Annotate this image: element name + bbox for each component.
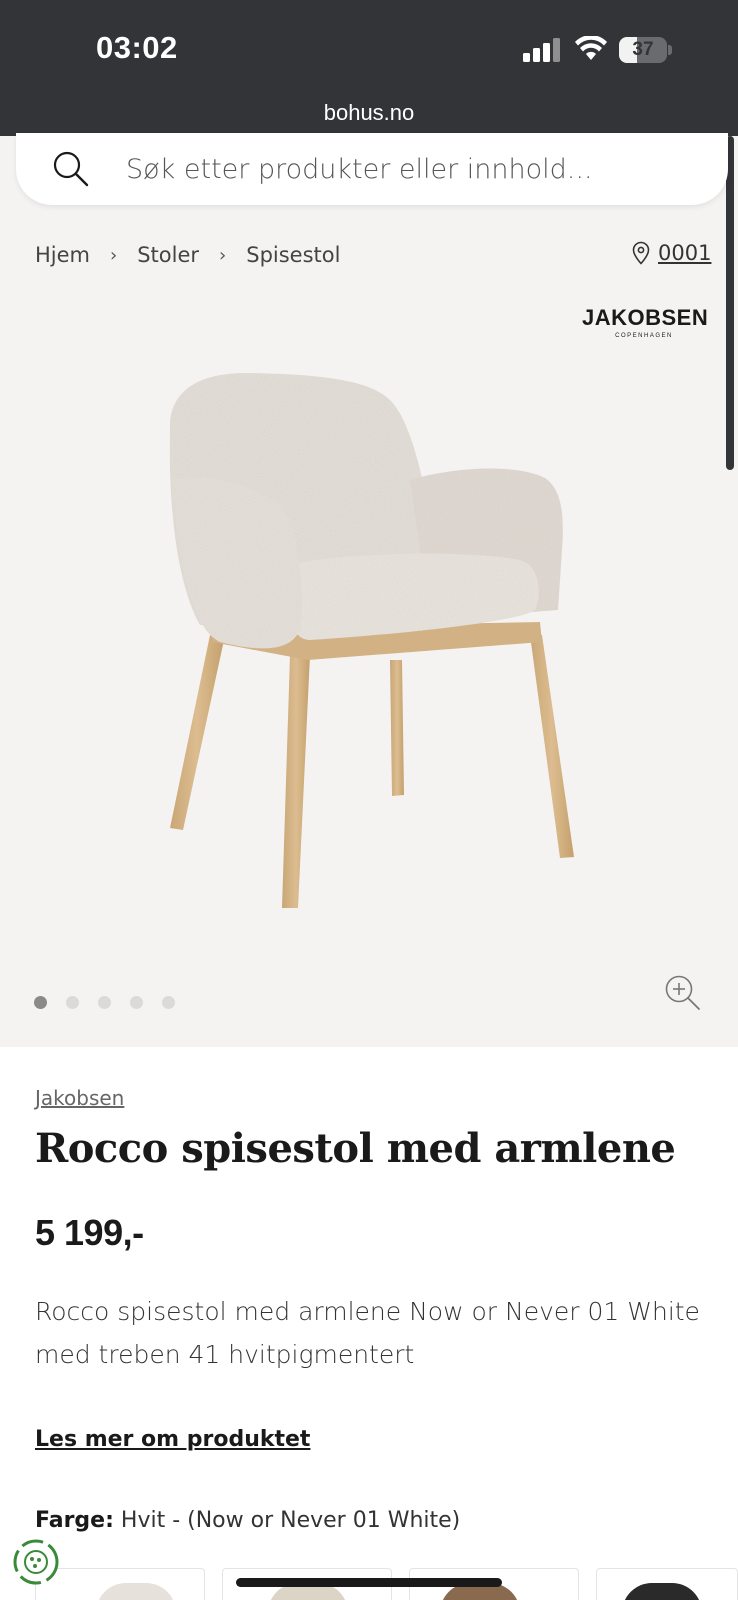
store-label[interactable]: 0001 bbox=[658, 241, 711, 265]
brand-logo: JAKOBSEN COPENHAGEN bbox=[582, 305, 709, 340]
gallery-dot[interactable] bbox=[34, 996, 47, 1009]
status-bar: 03:02 37 bbox=[0, 0, 738, 100]
color-label: Farge: bbox=[35, 1508, 114, 1533]
chevron-right-icon: › bbox=[219, 244, 227, 266]
breadcrumb: Hjem › Stoler › Spisestol bbox=[35, 240, 340, 270]
eco-badge-icon[interactable] bbox=[12, 1538, 60, 1586]
home-indicator[interactable] bbox=[236, 1578, 502, 1587]
store-selector[interactable]: 0001 bbox=[632, 238, 711, 268]
breadcrumb-item-spisestol[interactable]: Spisestol bbox=[246, 243, 340, 267]
gallery-dot[interactable] bbox=[98, 996, 111, 1009]
color-selection: Farge: Hvit - (Now or Never 01 White) bbox=[35, 1508, 460, 1533]
scrollbar-thumb[interactable] bbox=[726, 136, 734, 470]
location-pin-icon bbox=[632, 241, 650, 265]
color-swatch-white[interactable] bbox=[35, 1568, 205, 1600]
url-text: bohus.no bbox=[323, 100, 415, 125]
battery-level: 37 bbox=[632, 39, 654, 60]
product-price: 5 199,- bbox=[35, 1212, 144, 1253]
product-brand-link[interactable]: Jakobsen bbox=[35, 1086, 124, 1110]
status-time: 03:02 bbox=[96, 30, 178, 65]
search-box[interactable] bbox=[16, 133, 728, 205]
cellular-signal-icon bbox=[523, 38, 561, 62]
gallery-dot[interactable] bbox=[130, 996, 143, 1009]
color-value: Hvit - (Now or Never 01 White) bbox=[120, 1508, 461, 1533]
product-title: Rocco spisestol med armlene bbox=[35, 1125, 676, 1172]
zoom-in-icon[interactable] bbox=[664, 974, 702, 1012]
color-swatch-black[interactable] bbox=[596, 1568, 738, 1600]
product-image-chair[interactable] bbox=[140, 360, 600, 920]
browser-url-bar[interactable]: bohus.no bbox=[0, 100, 738, 136]
search-icon[interactable] bbox=[52, 150, 90, 188]
brand-logo-name: JAKOBSEN bbox=[582, 305, 709, 330]
gallery-pagination bbox=[34, 996, 194, 1009]
chevron-right-icon: › bbox=[110, 244, 118, 266]
search-input[interactable] bbox=[126, 133, 706, 205]
breadcrumb-item-hjem[interactable]: Hjem bbox=[35, 243, 90, 267]
breadcrumb-item-stoler[interactable]: Stoler bbox=[137, 243, 199, 267]
read-more-link[interactable]: Les mer om produktet bbox=[35, 1427, 310, 1452]
brand-logo-sub: COPENHAGEN bbox=[615, 333, 673, 339]
wifi-icon bbox=[575, 36, 607, 60]
gallery-dot[interactable] bbox=[162, 996, 175, 1009]
battery-icon: 37 bbox=[619, 37, 672, 63]
gallery-dot[interactable] bbox=[66, 996, 79, 1009]
product-description: Rocco spisestol med armlene Now or Never… bbox=[35, 1297, 700, 1369]
